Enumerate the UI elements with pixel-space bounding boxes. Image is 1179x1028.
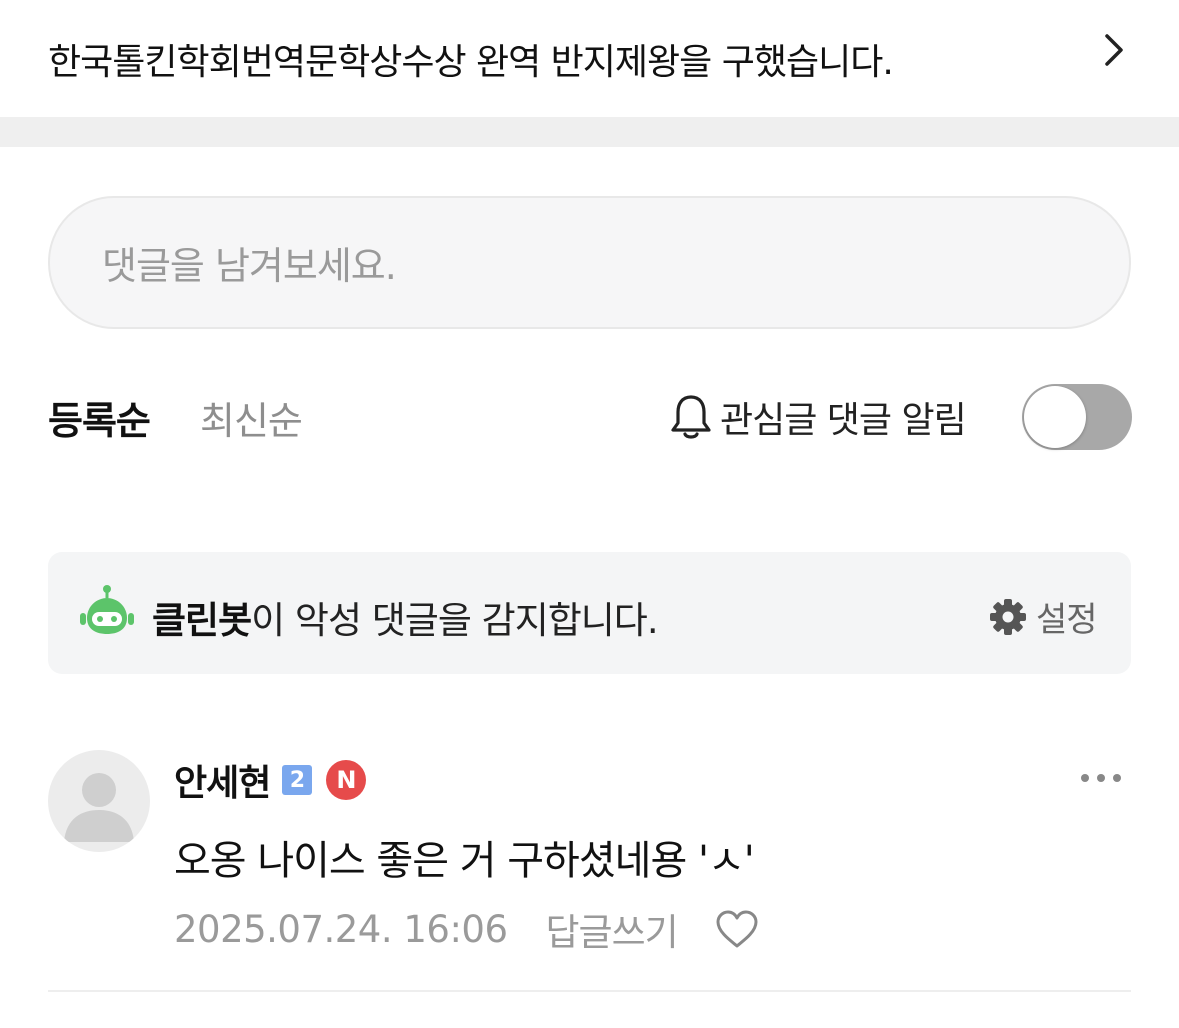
alarm-label: 관심글 댓글 알림 bbox=[720, 400, 967, 441]
settings-label: 설정 bbox=[1036, 600, 1098, 640]
bell-icon bbox=[671, 395, 711, 439]
cleanbot-banner: 클린봇이 악성 댓글을 감지합니다. 설정 bbox=[48, 552, 1131, 674]
avatar[interactable] bbox=[48, 750, 150, 852]
cleanbot-name: 클린봇 bbox=[152, 599, 252, 642]
comment-input-placeholder: 댓글을 남겨보세요. bbox=[102, 244, 397, 288]
cleanbot-settings-button[interactable]: 설정 bbox=[988, 592, 1098, 641]
comment-page: 한국톨킨학회번역문학상수상 완역 반지제왕을 구했습니다. 댓글을 남겨보세요.… bbox=[0, 0, 1179, 1028]
toggle-knob bbox=[1024, 386, 1086, 448]
heart-icon[interactable] bbox=[714, 908, 760, 950]
alarm-toggle[interactable] bbox=[1022, 384, 1132, 450]
comment-meta: 2025.07.24. 16:06 답글쓰기 bbox=[174, 902, 760, 956]
related-post-title: 한국톨킨학회번역문학상수상 완역 반지제왕을 구했습니다. bbox=[48, 41, 894, 83]
cleanbot-desc: 이 악성 댓글을 감지합니다. bbox=[251, 599, 658, 642]
robot-icon bbox=[80, 585, 134, 634]
gear-icon bbox=[990, 598, 1026, 635]
chevron-right-icon bbox=[1105, 34, 1123, 66]
more-icon[interactable] bbox=[1080, 768, 1122, 788]
new-badge: N bbox=[326, 760, 367, 800]
comment-author-row: 안세현 2 N bbox=[174, 754, 367, 806]
cleanbot-message: 클린봇이 악성 댓글을 감지합니다. bbox=[152, 590, 659, 644]
reply-button[interactable]: 답글쓰기 bbox=[546, 902, 679, 956]
comment-alarm: 관심글 댓글 알림 bbox=[668, 384, 967, 450]
avatar-placeholder-icon bbox=[64, 773, 134, 842]
comment-author[interactable]: 안세현 bbox=[174, 754, 271, 806]
comment-input[interactable]: 댓글을 남겨보세요. bbox=[48, 196, 1131, 329]
section-divider bbox=[0, 117, 1179, 147]
comment-divider bbox=[48, 990, 1131, 992]
comment-date: 2025.07.24. 16:06 bbox=[174, 907, 508, 951]
comment-text: 오옹 나이스 좋은 거 구하셨네용 'ㅅ' bbox=[174, 838, 755, 884]
sort-tab-registered[interactable]: 등록순 bbox=[48, 390, 151, 445]
sort-tab-latest[interactable]: 최신순 bbox=[200, 390, 303, 445]
related-post-link[interactable]: 한국톨킨학회번역문학상수상 완역 반지제왕을 구했습니다. bbox=[0, 0, 1179, 117]
level-badge: 2 bbox=[282, 765, 313, 795]
